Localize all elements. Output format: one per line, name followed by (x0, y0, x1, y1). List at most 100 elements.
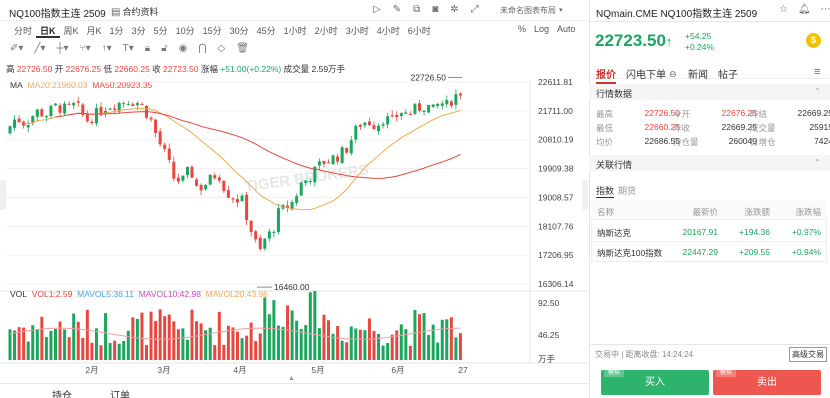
price-tick-label: 16306.14 (538, 279, 574, 289)
candle-body (26, 125, 30, 128)
candlestick-chart[interactable]: TIGER BROKERS 22611.81 21711.00 20810.19 19… (0, 58, 588, 383)
minus-circle-icon: ⊖ (669, 68, 677, 79)
expand-panel-icon[interactable]: ▲ (288, 375, 295, 382)
pen-icon[interactable]: ✐▾ (10, 44, 23, 54)
tab-index[interactable]: 指数 (596, 184, 615, 198)
menu-icon[interactable]: ≡ (814, 66, 820, 78)
coin-icon[interactable]: $ (806, 33, 821, 48)
fork-tool-icon[interactable]: ⑂▾ (80, 44, 91, 54)
tab-quote[interactable]: 报价 (596, 66, 616, 84)
unlock-icon[interactable]: 🔓︎ (161, 44, 167, 54)
period-12[interactable]: 2小时 (311, 24, 342, 38)
stack-icon[interactable]: ◇ (218, 44, 226, 54)
collapse-icon[interactable]: ⌃ (814, 158, 821, 167)
collapse-icon[interactable]: ⌃ (814, 87, 821, 96)
volume-bar (13, 330, 17, 360)
time-tick-label: 2月 (85, 365, 98, 375)
candle-body (263, 238, 267, 249)
time-tick-label: 5月 (311, 365, 324, 375)
last-price-value: 22723.50 (595, 31, 666, 50)
candle-body (163, 144, 167, 149)
up-arrow-tool-icon[interactable]: ↑▾ (102, 44, 112, 54)
tab-futures[interactable]: 期货 (618, 184, 636, 197)
table-header-3: 涨跌幅 (795, 207, 821, 217)
line-tool-icon[interactable]: ╱▾ (34, 44, 45, 54)
volume-bar (272, 300, 276, 360)
auto-toggle[interactable]: Auto (557, 24, 576, 34)
text-tool-icon[interactable]: T▾ (123, 44, 134, 54)
candle-body (199, 184, 203, 191)
volume-bar (436, 342, 440, 360)
eye-icon[interactable]: ◉ (179, 44, 188, 54)
candle-body (317, 161, 321, 166)
price-tick-label: 20810.19 (538, 135, 574, 145)
edit-icon[interactable]: ✎ (393, 5, 401, 15)
more-icon[interactable]: ⋯ (821, 5, 830, 15)
candle-body (17, 118, 21, 123)
layout-selector[interactable]: 未命名图表布局 ▾ (500, 5, 563, 16)
period-13[interactable]: 3小时 (342, 24, 373, 38)
volume-bar (154, 320, 158, 360)
tab-posts[interactable]: 帖子 (718, 66, 738, 81)
candle-body (367, 121, 371, 126)
period-2[interactable]: 周K (60, 24, 83, 38)
period-15[interactable]: 6小时 (404, 24, 435, 38)
high-marker: 22726.50 (411, 72, 447, 82)
candle-body (208, 174, 212, 185)
period-5[interactable]: 3分 (128, 24, 150, 38)
bell-icon[interactable]: 🔔︎ (798, 5, 811, 15)
volume-bar (304, 325, 308, 360)
lock-icon[interactable]: 🔒︎ (145, 44, 150, 54)
volume-bar (258, 333, 262, 360)
log-toggle[interactable]: Log (534, 24, 549, 34)
tab-news[interactable]: 新闻 (688, 66, 708, 81)
period-4[interactable]: 1分 (106, 24, 128, 38)
fullscreen-icon[interactable]: ⤢ (471, 5, 479, 15)
contract-info-link[interactable]: ▤ 合约资料 (111, 5, 158, 18)
tab-flash-order[interactable]: 闪电下单 ⊖ (626, 66, 677, 82)
period-7[interactable]: 10分 (172, 24, 199, 38)
left-collapse-handle[interactable] (0, 180, 6, 210)
period-10[interactable]: 45分 (253, 24, 280, 38)
buy-button[interactable]: 模拟 买入 (601, 369, 709, 395)
period-0[interactable]: 分时 (10, 24, 36, 38)
candle-body (85, 114, 89, 122)
period-9[interactable]: 30分 (226, 24, 253, 38)
magnet-icon[interactable]: ⋂ (198, 44, 206, 54)
trading-status: 交易中 | 距离收盘: 14:24:24 (595, 350, 694, 359)
period-11[interactable]: 1小时 (280, 24, 311, 38)
period-8[interactable]: 15分 (199, 24, 226, 38)
price-tick-label: 21711.00 (538, 106, 573, 116)
link-icon[interactable]: ⧉ (413, 5, 420, 15)
volume-bar (35, 329, 39, 360)
candle-body (413, 104, 417, 114)
cross-tool-icon[interactable]: ┼▾ (56, 44, 68, 54)
tab-positions[interactable]: 持仓 (52, 387, 72, 398)
volume-bar (190, 309, 194, 360)
settings-icon[interactable]: ✲ (450, 5, 458, 15)
candle-body (154, 119, 158, 133)
candle-body (327, 162, 330, 164)
period-14[interactable]: 4小时 (373, 24, 404, 38)
table-header-0: 名称 (597, 207, 615, 217)
mavol10-value: MAVOL10:42.98 (138, 289, 201, 299)
candle-body (436, 103, 440, 106)
tab-orders[interactable]: 订单 (110, 387, 130, 398)
period-6[interactable]: 5分 (150, 24, 172, 38)
period-3[interactable]: 月K (83, 24, 106, 38)
play-icon[interactable]: ▷ (373, 5, 381, 15)
candle-body (267, 231, 271, 239)
volume-bar (213, 345, 217, 360)
volume-bar (418, 314, 421, 360)
quote-title: NQmain.CME NQ100指数主连 2509 (596, 9, 758, 20)
volume-bar (363, 330, 367, 360)
star-icon[interactable]: ☆ (779, 5, 788, 15)
right-collapse-handle[interactable] (582, 180, 588, 210)
percent-toggle[interactable]: % (518, 24, 526, 34)
trash-icon[interactable]: 🗑︎ (236, 44, 249, 54)
sell-button[interactable]: 模拟 卖出 (713, 369, 821, 395)
advanced-order-button[interactable]: 高级交易 (789, 347, 827, 362)
candle-body (135, 103, 139, 106)
camera-icon[interactable]: ◙ (432, 5, 438, 15)
period-1[interactable]: 日K (36, 24, 60, 38)
